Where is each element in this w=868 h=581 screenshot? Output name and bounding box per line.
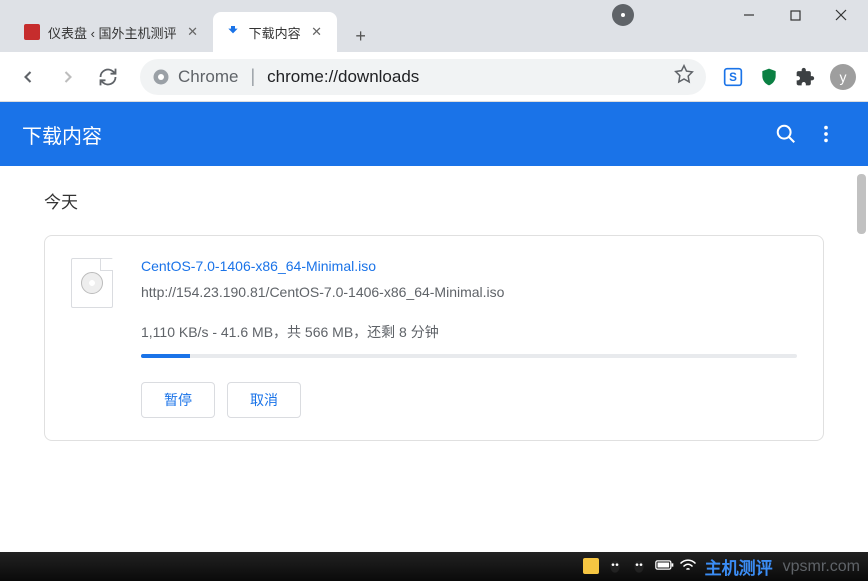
maximize-button[interactable]	[772, 0, 818, 30]
search-button[interactable]	[766, 114, 806, 154]
avatar-letter: y	[840, 69, 847, 85]
battery-icon[interactable]	[655, 558, 673, 576]
close-icon[interactable]: ✕	[309, 24, 325, 40]
scrollbar-thumb[interactable]	[857, 174, 866, 234]
url-scheme-label: Chrome	[178, 67, 238, 87]
pause-button[interactable]: 暂停	[141, 382, 215, 418]
extension-icons: S y	[722, 64, 856, 90]
download-details: CentOS-7.0-1406-x86_64-Minimal.iso http:…	[141, 258, 797, 418]
tray-qq2-icon[interactable]	[631, 558, 649, 576]
cancel-button[interactable]: 取消	[227, 382, 301, 418]
bookmark-star-icon[interactable]	[674, 64, 694, 89]
download-icon	[225, 24, 241, 40]
downloads-content: 今天 CentOS-7.0-1406-x86_64-Minimal.iso ht…	[0, 166, 868, 552]
new-tab-button[interactable]: +	[345, 20, 377, 52]
download-actions: 暂停 取消	[141, 382, 797, 418]
close-window-button[interactable]	[818, 0, 864, 30]
incognito-icon	[612, 4, 634, 26]
minimize-button[interactable]	[726, 0, 772, 30]
watermark-domain: vpsmr.com	[783, 558, 860, 576]
downloads-header: 下载内容	[0, 102, 868, 166]
disc-icon	[81, 272, 103, 294]
back-button[interactable]	[12, 61, 44, 93]
tray-app-icon[interactable]	[583, 558, 601, 576]
url-divider: |	[250, 66, 255, 87]
forward-button[interactable]	[52, 61, 84, 93]
browser-toolbar: Chrome | chrome://downloads S y	[0, 52, 868, 102]
tab-title: 仪表盘 ‹ 国外主机测评	[48, 23, 177, 42]
reload-button[interactable]	[92, 61, 124, 93]
date-section-label: 今天	[44, 188, 824, 213]
progress-fill	[141, 354, 190, 358]
tab-dashboard[interactable]: 仪表盘 ‹ 国外主机测评 ✕	[12, 12, 213, 52]
url-text: chrome://downloads	[267, 67, 419, 87]
more-menu-button[interactable]	[806, 114, 846, 154]
tab-downloads[interactable]: 下载内容 ✕	[213, 12, 337, 52]
watermark-brand: 主机测评	[705, 554, 773, 579]
window-controls	[726, 0, 864, 30]
download-status: 1,110 KB/s - 41.6 MB，共 566 MB，还剩 8 分钟	[141, 322, 797, 342]
extensions-puzzle-icon[interactable]	[794, 66, 816, 88]
svg-text:S: S	[729, 71, 737, 84]
wifi-icon[interactable]	[679, 558, 697, 576]
browser-titlebar: 仪表盘 ‹ 国外主机测评 ✕ 下载内容 ✕ +	[0, 0, 868, 52]
favicon-icon	[24, 24, 40, 40]
system-tray	[583, 558, 697, 576]
tab-title: 下载内容	[249, 23, 301, 42]
address-bar[interactable]: Chrome | chrome://downloads	[140, 59, 706, 95]
download-item: CentOS-7.0-1406-x86_64-Minimal.iso http:…	[44, 235, 824, 441]
profile-avatar[interactable]: y	[830, 64, 856, 90]
download-filename[interactable]: CentOS-7.0-1406-x86_64-Minimal.iso	[141, 258, 797, 274]
tray-qq1-icon[interactable]	[607, 558, 625, 576]
extension-s-icon[interactable]: S	[722, 66, 744, 88]
page-title: 下载内容	[22, 120, 766, 149]
file-icon	[71, 258, 113, 308]
footer-watermark: 主机测评 vpsmr.com	[705, 554, 860, 579]
download-url: http://154.23.190.81/CentOS-7.0-1406-x86…	[141, 284, 797, 300]
chrome-icon	[152, 68, 170, 86]
windows-taskbar: 主机测评 vpsmr.com	[0, 552, 868, 581]
close-icon[interactable]: ✕	[185, 24, 201, 40]
progress-bar	[141, 354, 797, 358]
extension-shield-icon[interactable]	[758, 66, 780, 88]
